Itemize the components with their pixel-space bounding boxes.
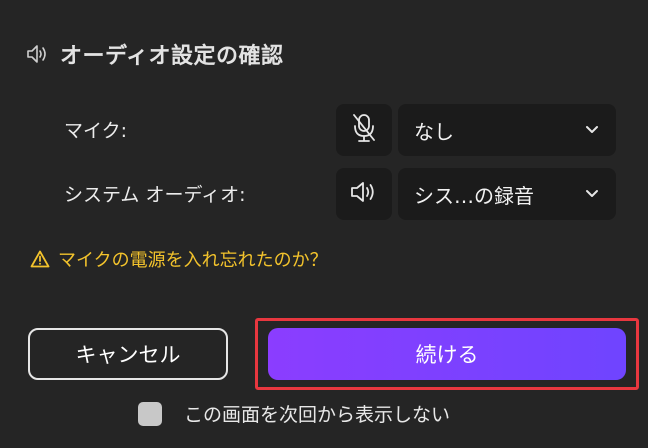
dialog-title: オーディオ設定の確認 [60,44,284,69]
system-audio-select-value: シス…の録音 [414,183,534,208]
dialog-header: オーディオ設定の確認 [26,36,283,72]
chevron-down-icon [584,186,600,202]
mic-select-value: なし [414,119,454,144]
system-audio-toggle-button[interactable] [336,168,392,220]
warning-text: マイクの電源を入れ忘れたのか？ [58,250,328,271]
speaker-icon [349,179,379,209]
dont-show-again-option[interactable]: この画面を次回から表示しない [138,400,450,427]
system-audio-select[interactable]: シス…の録音 [398,168,616,220]
dont-show-again-label: この画面を次回から表示しない [184,404,451,426]
warning-triangle-icon [30,248,52,270]
dont-show-again-checkbox[interactable] [138,401,162,426]
continue-button[interactable]: 続ける [268,328,626,380]
mic-warning: マイクの電源を入れ忘れたのか？ [30,246,328,272]
mic-label: マイク: [64,120,128,142]
speaker-icon [26,39,60,69]
mic-toggle-button[interactable] [336,104,392,156]
chevron-down-icon [584,122,600,138]
system-audio-label: システム オーディオ: [64,184,246,206]
mic-off-icon [350,112,378,148]
cancel-button[interactable]: キャンセル [28,328,228,380]
mic-select[interactable]: なし [398,104,616,156]
